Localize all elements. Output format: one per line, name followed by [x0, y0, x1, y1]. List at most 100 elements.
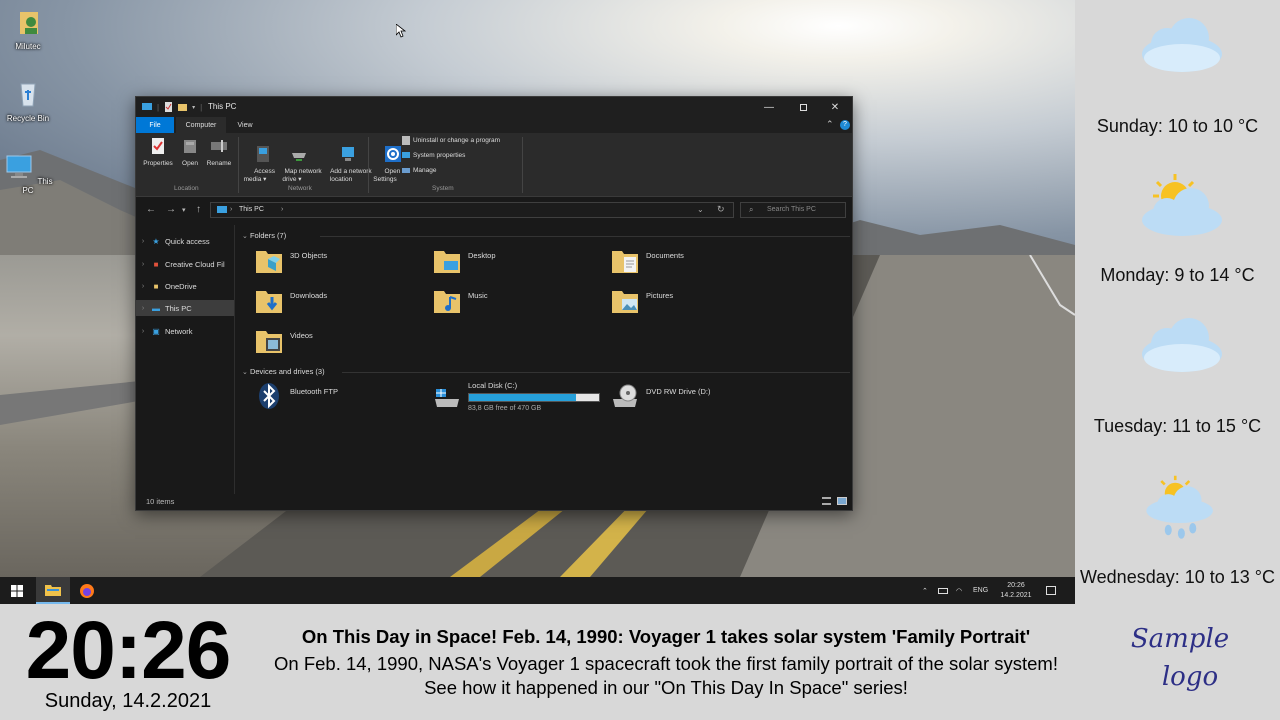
folder-item[interactable]: 3D Objects [240, 245, 400, 279]
refresh-icon[interactable]: ↻ [717, 204, 725, 215]
folder-item[interactable]: Videos [240, 325, 400, 359]
breadcrumb[interactable]: This PC [239, 206, 264, 213]
close-button[interactable]: ✕ [818, 97, 852, 117]
hard-drive-icon [435, 389, 459, 407]
folder-label: Music [468, 291, 488, 300]
search-placeholder: Search This PC [767, 206, 816, 213]
show-hidden-icons-button[interactable]: ⌃ [922, 577, 928, 604]
chevron-right-icon[interactable]: › [136, 328, 150, 335]
documents-folder-icon [612, 251, 638, 273]
nav-label: OneDrive [165, 281, 197, 291]
device-item-dvd-drive[interactable]: DVD RW Drive (D:) [596, 381, 756, 415]
window-title: This PC [208, 102, 237, 111]
search-input[interactable]: ⌕ Search This PC [740, 202, 846, 218]
nav-item-network[interactable]: › ▣ Network [136, 323, 234, 339]
this-pc-icon [142, 103, 152, 110]
uninstall-icon [402, 136, 410, 145]
folder-item[interactable]: Desktop [418, 245, 578, 279]
logo-line-1: Sample [1130, 624, 1230, 654]
tab-view[interactable]: View [228, 117, 262, 133]
user-folder-icon [20, 12, 38, 34]
dvd-drive-icon [613, 384, 637, 407]
weather-day-label: Tuesday: 11 to 15 °C [1093, 416, 1262, 436]
open-settings-button[interactable]: Open Settings [370, 137, 402, 192]
tab-file[interactable]: File [136, 117, 174, 133]
folder-item[interactable]: Downloads [240, 285, 400, 319]
language-indicator[interactable]: ENG [973, 577, 988, 604]
map-network-drive-button[interactable]: Map network drive ▾ [270, 137, 322, 192]
system-properties-label: System properties [413, 152, 466, 159]
desktop-icon-user[interactable]: Milutec [0, 6, 56, 51]
open-label: Open [182, 160, 198, 167]
collapse-ribbon-icon[interactable]: ⌃ [826, 119, 834, 130]
wifi-icon[interactable]: ◠ [956, 577, 962, 604]
tab-computer[interactable]: Computer [176, 117, 226, 133]
nav-item-creative-cloud[interactable]: › ■ Creative Cloud Fil [136, 256, 234, 272]
folder-label: Videos [290, 331, 313, 340]
content-pane: ⌄ Folders (7) 3D Objects Desktop Documen… [236, 225, 852, 494]
new-folder-qat-icon[interactable] [178, 102, 188, 112]
minimize-button[interactable]: — [752, 97, 786, 117]
nav-item-quick-access[interactable]: › ★ Quick access [136, 233, 234, 249]
folders-group-header[interactable]: ⌄ Folders (7) [242, 231, 852, 240]
nav-item-onedrive[interactable]: › ■ OneDrive [136, 278, 234, 294]
chevron-right-icon[interactable]: › [136, 305, 150, 312]
device-label: DVD RW Drive (D:) [646, 387, 711, 396]
taskbar-firefox[interactable] [70, 577, 104, 604]
uninstall-program-button[interactable]: Uninstall or change a program [402, 136, 500, 145]
large-icons-view-icon[interactable] [837, 497, 847, 505]
ribbon-tabs: File Computer View ⌃ ? [136, 117, 852, 133]
folder-item[interactable]: Pictures [596, 285, 756, 319]
nav-item-this-pc[interactable]: › ▬ This PC [136, 300, 234, 316]
clock-time: 20:26 [25, 605, 232, 696]
chevron-down-icon: ⌄ [242, 233, 248, 240]
computer-icon [6, 155, 32, 178]
chevron-right-icon[interactable]: › [136, 261, 150, 268]
divider [342, 372, 850, 373]
access-media-button[interactable]: Access media ▾ [240, 137, 275, 192]
properties-button[interactable]: Properties [142, 137, 174, 168]
address-input[interactable]: › This PC › ⌄ ↻ [210, 202, 734, 218]
logo-line-2: logo [1161, 662, 1219, 692]
notification-icon [1046, 586, 1056, 595]
ribbon-separator [238, 137, 239, 193]
address-dropdown-icon[interactable]: ⌄ [697, 205, 704, 214]
taskbar-time: 20:26 [1007, 581, 1025, 589]
add-network-location-button[interactable]: Add a network location [316, 137, 372, 192]
battery-icon[interactable] [938, 577, 948, 604]
properties-label: Properties [143, 160, 173, 167]
recycle-bin-icon [20, 83, 36, 107]
desktop-icon-this-pc[interactable]: This PC [0, 150, 56, 195]
up-button[interactable]: ↑ [196, 204, 201, 215]
taskbar-file-explorer[interactable] [36, 577, 70, 604]
file-explorer-window[interactable]: | ▾ | This PC — ✕ File Computer View ⌃ ?… [135, 96, 853, 511]
taskbar-clock[interactable]: 20:26 14.2.2021 [998, 577, 1034, 604]
properties-qat-icon[interactable] [164, 102, 173, 112]
desktop-icon-recycle-bin[interactable]: Recycle Bin [0, 78, 56, 123]
qat-dropdown-icon[interactable]: ▾ [192, 104, 195, 111]
folder-item[interactable]: Music [418, 285, 578, 319]
group-label-network: Network [288, 185, 312, 192]
title-bar[interactable]: | ▾ | This PC — ✕ [136, 97, 852, 117]
forward-button[interactable]: → [166, 204, 176, 215]
rename-button[interactable]: Rename [204, 137, 234, 168]
open-button[interactable]: Open [178, 137, 202, 168]
chevron-right-icon[interactable]: › [136, 283, 150, 290]
start-button[interactable] [0, 577, 34, 604]
breadcrumb-separator: › [281, 206, 284, 213]
breadcrumb-separator: › [230, 206, 233, 213]
system-properties-button[interactable]: System properties [402, 151, 465, 160]
devices-group-header[interactable]: ⌄ Devices and drives (3) [242, 367, 852, 376]
details-view-icon[interactable] [822, 497, 831, 505]
recent-locations-button[interactable]: ▾ [182, 206, 186, 214]
action-center-button[interactable] [1046, 577, 1056, 604]
back-button[interactable]: ← [146, 204, 156, 215]
device-item-bluetooth[interactable]: Bluetooth FTP [240, 381, 400, 415]
help-icon[interactable]: ? [840, 120, 850, 130]
maximize-button[interactable] [786, 97, 820, 117]
folder-item[interactable]: Documents [596, 245, 756, 279]
weather-panel: Sunday: 10 to 10 °C Monday: 9 to 14 °C T… [1075, 0, 1280, 604]
manage-button[interactable]: Manage [402, 166, 437, 175]
device-item-local-disk[interactable]: Local Disk (C:) 83,8 GB free of 470 GB [418, 381, 600, 415]
chevron-right-icon[interactable]: › [136, 238, 150, 245]
